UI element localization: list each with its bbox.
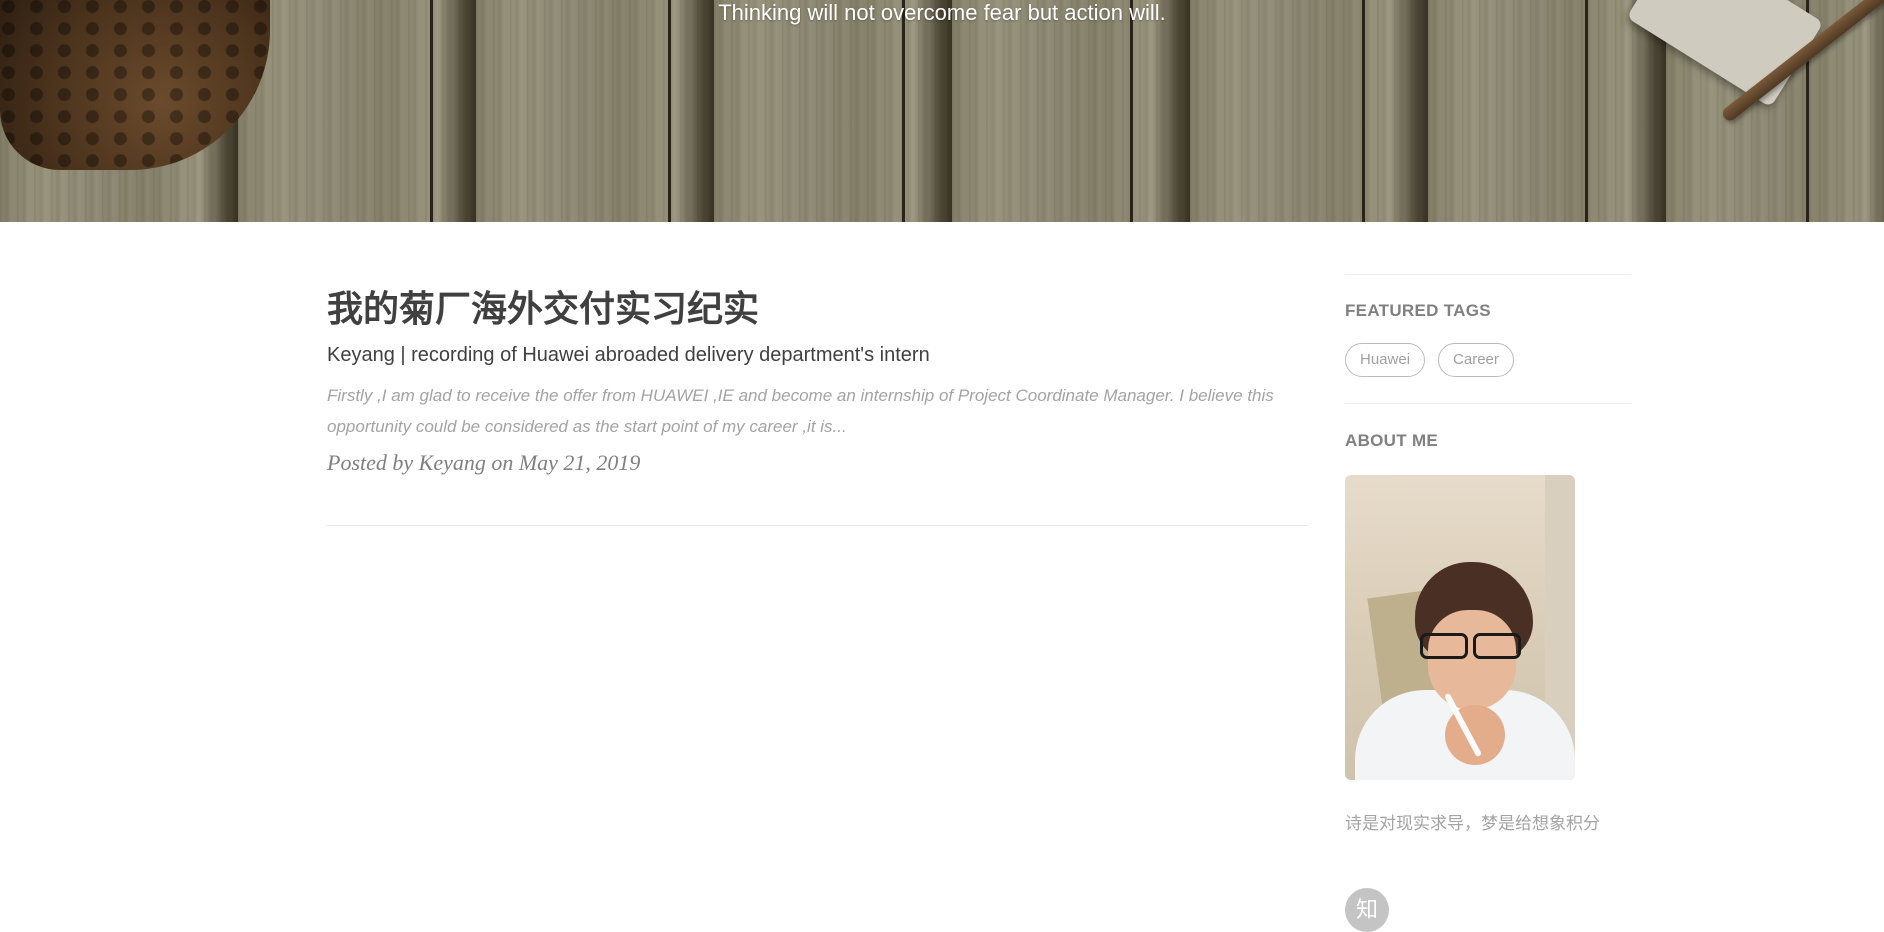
post-subtitle[interactable]: Keyang | recording of Huawei abroaded de…: [327, 342, 1307, 368]
sidebar: FEATURED TAGS Huawei Career ABOUT ME 诗是对…: [1345, 274, 1631, 932]
featured-tags: Huawei Career: [1345, 343, 1631, 403]
plank-gap: [902, 0, 905, 222]
post-divider: [327, 525, 1307, 526]
about-me-motto: 诗是对现实求导，梦是给想象积分: [1345, 814, 1600, 833]
plank-gap: [1130, 0, 1133, 222]
intro-header: Thinking will not overcome fear but acti…: [0, 0, 1884, 222]
plank-gap: [668, 0, 671, 222]
post-title[interactable]: 我的菊厂海外交付实习纪实: [327, 284, 1307, 334]
avatar-glasses: [1420, 633, 1526, 659]
tag-huawei[interactable]: Huawei: [1345, 343, 1426, 377]
plank-gap: [1362, 0, 1365, 222]
post-preview[interactable]: 我的菊厂海外交付实习纪实 Keyang | recording of Huawe…: [327, 284, 1307, 478]
avatar-face: [1428, 610, 1516, 710]
plank-gap: [1585, 0, 1588, 222]
avatar: [1345, 475, 1575, 780]
plank-gap: [430, 0, 433, 222]
zhihu-icon[interactable]: 知: [1345, 888, 1389, 932]
tag-career[interactable]: Career: [1438, 343, 1514, 377]
featured-tags-heading: FEATURED TAGS: [1345, 301, 1491, 320]
wood-texture: [0, 0, 1884, 222]
post-meta: Posted by Keyang on May 21, 2019: [327, 450, 641, 475]
post-excerpt[interactable]: Firstly ,I am glad to receive the offer …: [327, 380, 1307, 442]
about-me-heading: ABOUT ME: [1345, 431, 1439, 450]
site-subheading: Thinking will not overcome fear but acti…: [718, 0, 1166, 25]
